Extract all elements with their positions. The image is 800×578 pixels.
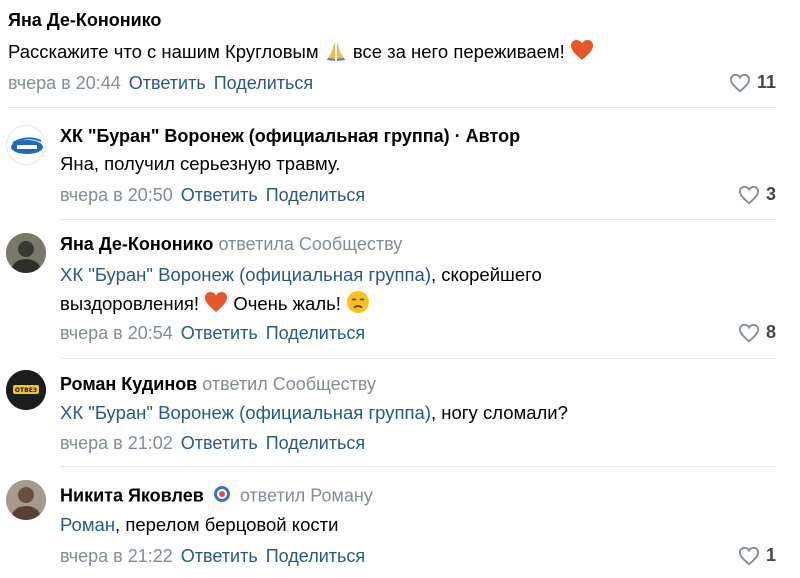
reply-button[interactable]: Ответить [181, 433, 258, 453]
comment-text: ХК "Буран" Воронеж (официальная группа),… [60, 401, 568, 425]
reply-button[interactable]: Ответить [181, 185, 258, 205]
comment-author: Роман Кудинов ответил Сообществу [60, 374, 376, 395]
comment-time[interactable]: вчера в 20:50 [60, 185, 173, 205]
reply-button[interactable]: Ответить [181, 323, 258, 343]
divider [60, 358, 776, 359]
like-count: 8 [765, 322, 776, 342]
divider [60, 466, 776, 467]
share-button[interactable]: Поделиться [266, 323, 365, 343]
comment-text-part: , скорейшего [431, 264, 542, 285]
share-button[interactable]: Поделиться [266, 185, 365, 205]
share-button[interactable]: Поделиться [214, 73, 313, 93]
comment-text-part: все за него переживаем! [352, 40, 565, 62]
avatar[interactable]: ОТВЕЗ [6, 370, 46, 410]
comment-text: Яна, получил серьезную травму. [60, 153, 341, 174]
like-count: 11 [756, 72, 776, 92]
like-count: 1 [765, 545, 776, 565]
comment-text-part: Очень жаль! [233, 292, 341, 314]
author-name[interactable]: ХК "Буран" Воронеж (официальная группа) [60, 126, 450, 146]
user-photo-icon [6, 233, 46, 273]
like-button[interactable]: 11 [729, 72, 776, 93]
comment-meta: вчера в 20:44 Ответить Поделиться [8, 73, 313, 94]
orange-heart-icon [204, 291, 228, 319]
user-photo-icon [6, 480, 46, 520]
avatar[interactable] [6, 125, 46, 165]
avatar[interactable] [6, 233, 46, 273]
comment-text-part: Расскажите что с нашим Кругловым [8, 40, 319, 62]
reply-button[interactable]: Ответить [129, 73, 206, 93]
author-badge: · Автор [454, 126, 521, 146]
comment-text-part: выздоровления! [60, 292, 200, 314]
reply-info[interactable]: ответила Сообществу [218, 234, 402, 254]
comment-author: ХК "Буран" Воронеж (официальная группа) … [60, 126, 520, 147]
comment-author[interactable]: Яна Де-Кононико [8, 10, 161, 31]
reply-target-link[interactable]: Роман [60, 514, 115, 535]
like-button[interactable]: 8 [738, 322, 776, 343]
comment-time[interactable]: вчера в 20:44 [8, 73, 121, 93]
comment-text-part: , перелом берцовой кости [115, 514, 339, 535]
comment-time[interactable]: вчера в 21:22 [60, 546, 173, 566]
like-button[interactable]: 1 [738, 545, 776, 566]
like-button[interactable]: 3 [738, 184, 776, 205]
author-name[interactable]: Роман Кудинов [60, 374, 197, 394]
comment-author: Яна Де-Кононико ответила Сообществу [60, 234, 402, 255]
avatar[interactable] [6, 480, 46, 520]
like-count: 3 [765, 184, 776, 204]
reply-target-link[interactable]: ХК "Буран" Воронеж (официальная группа) [60, 402, 431, 423]
avatar-logo-text: ОТВЕЗ [15, 387, 37, 394]
heart-outline-icon [729, 73, 750, 92]
divider [60, 219, 776, 220]
heart-outline-icon [738, 323, 759, 342]
comment-time[interactable]: вчера в 20:54 [60, 323, 173, 343]
reply-info[interactable]: ответил Роману [240, 485, 373, 505]
orange-heart-icon [570, 39, 594, 67]
comment-text: ХК "Буран" Воронеж (официальная группа),… [60, 263, 542, 287]
praying-hands-icon [324, 38, 348, 68]
divider [8, 107, 776, 108]
comment-time[interactable]: вчера в 21:02 [60, 433, 173, 453]
reply-target-link[interactable]: ХК "Буран" Воронеж (официальная группа) [60, 264, 431, 285]
verified-badge-icon [213, 485, 231, 508]
logo-avatar-icon: ОТВЕЗ [6, 370, 46, 410]
comment-text-line2: выздоровления! Очень жаль! [60, 290, 370, 320]
comment-meta: вчера в 20:54 Ответить Поделиться [60, 323, 365, 344]
comment-text: Роман, перелом берцовой кости [60, 513, 338, 537]
heart-outline-icon [738, 185, 759, 204]
comment-author: Никита Яковлев ответил Роману [60, 485, 373, 508]
comment-meta: вчера в 21:22 Ответить Поделиться [60, 546, 365, 567]
author-name[interactable]: Яна Де-Кононико [60, 234, 213, 254]
reply-button[interactable]: Ответить [181, 546, 258, 566]
share-button[interactable]: Поделиться [266, 433, 365, 453]
author-name[interactable]: Никита Яковлев [60, 485, 204, 505]
comment-meta: вчера в 20:50 Ответить Поделиться [60, 185, 365, 206]
comment-text-part: , ногу сломали? [431, 402, 568, 423]
heart-outline-icon [738, 546, 759, 565]
comment-meta: вчера в 21:02 Ответить Поделиться [60, 433, 365, 454]
reply-info[interactable]: ответил Сообществу [202, 374, 376, 394]
comment-text: Расскажите что с нашим Кругловым все за … [8, 38, 594, 68]
sad-face-icon [346, 290, 370, 320]
buran-logo-icon [11, 137, 43, 154]
share-button[interactable]: Поделиться [266, 546, 365, 566]
